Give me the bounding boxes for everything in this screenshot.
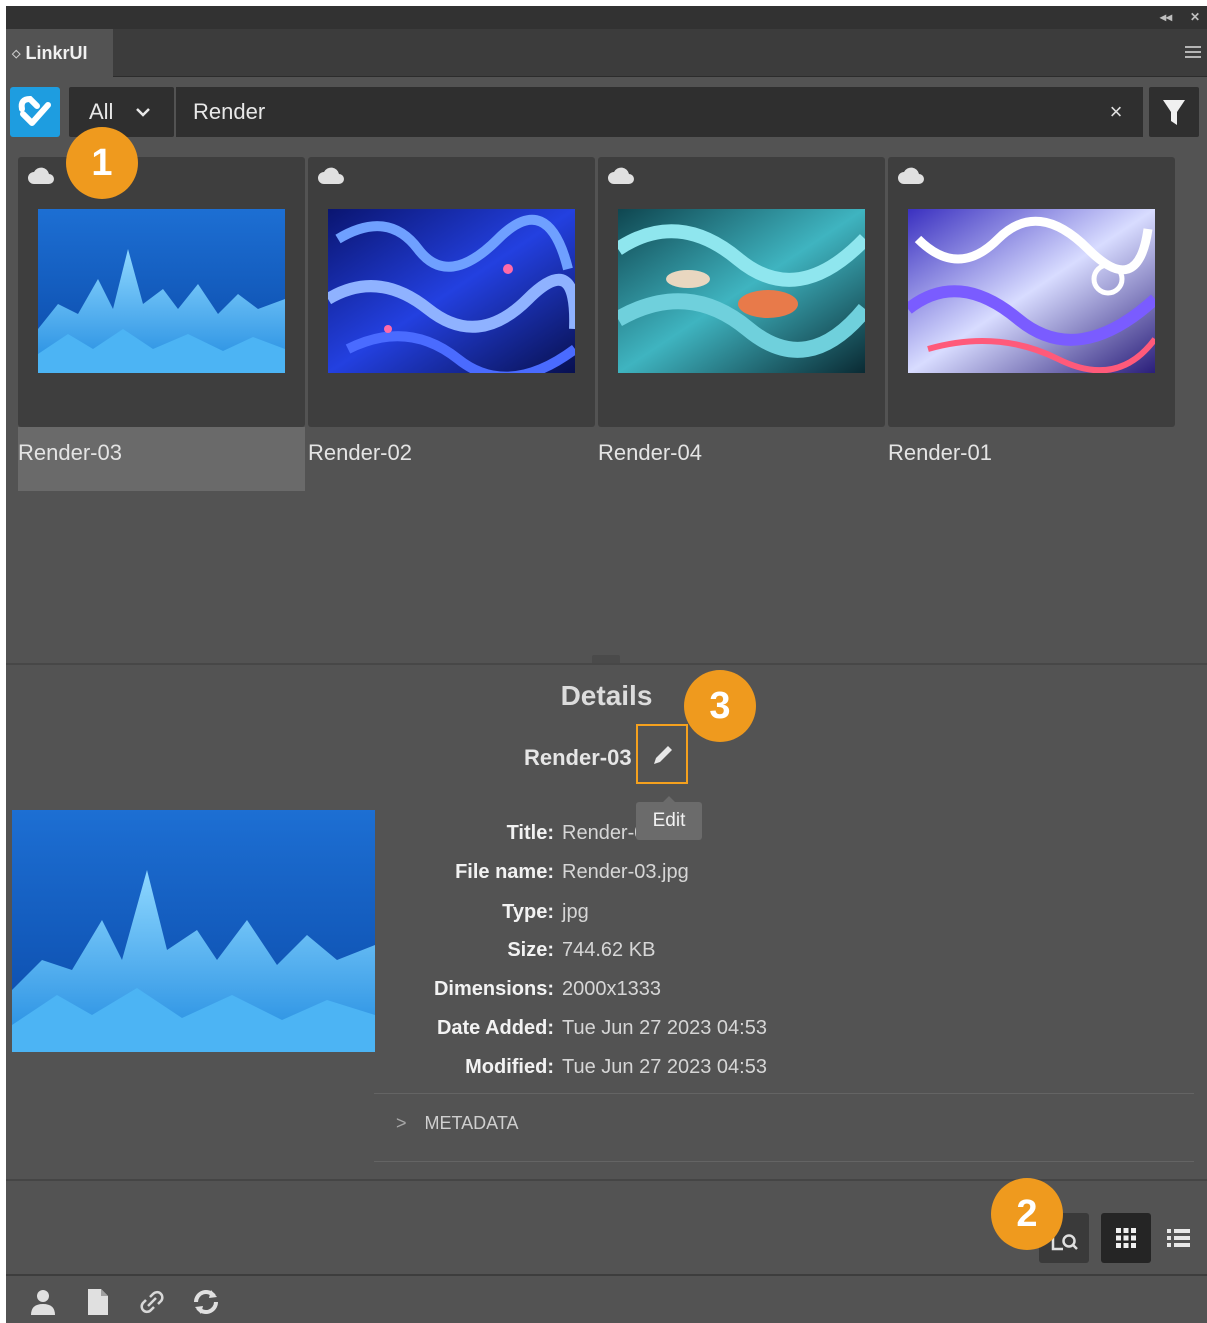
asset-label[interactable]: Render-01 <box>888 427 1175 491</box>
asset-card-render-02[interactable] <box>308 157 595 427</box>
asset-label[interactable]: Render-04 <box>598 427 885 491</box>
detail-row-type: Type: jpg <box>378 901 918 929</box>
asset-card-render-01[interactable] <box>888 157 1175 427</box>
asset-name: Render-03 <box>524 745 632 770</box>
asset-label[interactable]: Render-03 <box>18 427 305 491</box>
cloud-icon <box>28 167 54 184</box>
tab-arrows-icon: ◇ <box>12 47 21 60</box>
cloud-icon <box>898 167 924 184</box>
asset-preview-image <box>12 810 375 1052</box>
detail-row-size: Size: 744.62 KB <box>378 939 918 967</box>
detail-row-modified: Modified: Tue Jun 27 2023 04:53 <box>378 1056 918 1084</box>
document-icon[interactable] <box>86 1288 110 1316</box>
splitter-handle[interactable] <box>592 655 620 663</box>
asset-label[interactable]: Render-02 <box>308 427 595 491</box>
edit-tooltip: Edit <box>636 796 702 840</box>
divider <box>6 1274 1207 1276</box>
panel-menu-icon[interactable] <box>1185 46 1201 61</box>
filter-button[interactable] <box>1149 87 1199 137</box>
chevron-right-icon: > <box>396 1113 407 1133</box>
detail-key: Date Added: <box>436 1017 554 1039</box>
detail-row-dimensions: Dimensions: 2000x1333 <box>378 978 918 1006</box>
asset-thumbnail <box>618 209 865 373</box>
edit-button[interactable] <box>636 724 688 784</box>
scope-label: All <box>89 99 114 124</box>
detail-value: 2000x1333 <box>562 978 661 1000</box>
chevron-down-icon <box>136 108 150 117</box>
scope-dropdown[interactable]: All <box>69 87 174 137</box>
detail-key: Modified: <box>465 1056 554 1078</box>
asset-thumbnail <box>908 209 1155 373</box>
pencil-icon <box>654 746 672 764</box>
grid-view-icon <box>1116 1228 1136 1248</box>
detail-key: Size: <box>507 939 554 961</box>
detail-value: jpg <box>562 901 589 923</box>
tab-bar: ◇ LinkrUI <box>6 29 1207 77</box>
metadata-label: METADATA <box>424 1113 519 1133</box>
callout-badge-1: 1 <box>66 127 138 199</box>
close-panel-button[interactable]: ✕ <box>1190 10 1200 24</box>
tab-label: LinkrUI <box>25 42 88 63</box>
divider <box>374 1161 1194 1162</box>
detail-key: Dimensions: <box>433 978 554 1000</box>
refresh-icon[interactable] <box>190 1288 222 1316</box>
search-input[interactable] <box>176 87 1143 137</box>
callout-badge-2: 2 <box>991 1178 1063 1250</box>
asset-thumbnail <box>38 209 285 373</box>
clear-search-icon[interactable]: × <box>1104 100 1128 124</box>
cloud-icon <box>608 167 634 184</box>
asset-card-render-03[interactable] <box>18 157 305 427</box>
panel-title-strip: ◂◂ ✕ <box>6 6 1207 29</box>
list-view-icon <box>1167 1229 1190 1247</box>
tab-linkrui[interactable]: ◇ LinkrUI <box>6 29 113 77</box>
collapse-panel-button[interactable]: ◂◂ <box>1160 10 1172 24</box>
grid-view-button[interactable] <box>1101 1213 1151 1263</box>
detail-value: Tue Jun 27 2023 04:53 <box>562 1056 767 1078</box>
detail-value: 744.62 KB <box>562 939 656 961</box>
filter-icon <box>1163 100 1185 125</box>
detail-value: Tue Jun 27 2023 04:53 <box>562 1017 767 1039</box>
detail-row-date-added: Date Added: Tue Jun 27 2023 04:53 <box>378 1017 918 1045</box>
user-icon[interactable] <box>28 1288 58 1316</box>
metadata-toggle[interactable]: > METADATA <box>396 1113 519 1134</box>
detail-key: Type: <box>502 901 554 923</box>
asset-thumbnail <box>328 209 575 373</box>
details-heading: Details <box>560 680 653 711</box>
callout-badge-3: 3 <box>684 670 756 742</box>
asset-card-render-04[interactable] <box>598 157 885 427</box>
detail-row-file-name: File name: Render-03.jpg <box>378 861 918 889</box>
detail-value: Render-03.jpg <box>562 861 689 883</box>
detail-key: Title: <box>506 822 554 844</box>
splitter[interactable] <box>6 663 1207 665</box>
linkrui-panel: ◂◂ ✕ ◇ LinkrUI All × <box>6 6 1207 1323</box>
divider <box>374 1093 1194 1094</box>
linkr-logo-icon[interactable] <box>10 87 60 137</box>
link-icon[interactable] <box>136 1288 168 1316</box>
cloud-icon <box>318 167 344 184</box>
detail-key: File name: <box>455 861 554 883</box>
list-view-button[interactable] <box>1154 1213 1204 1263</box>
